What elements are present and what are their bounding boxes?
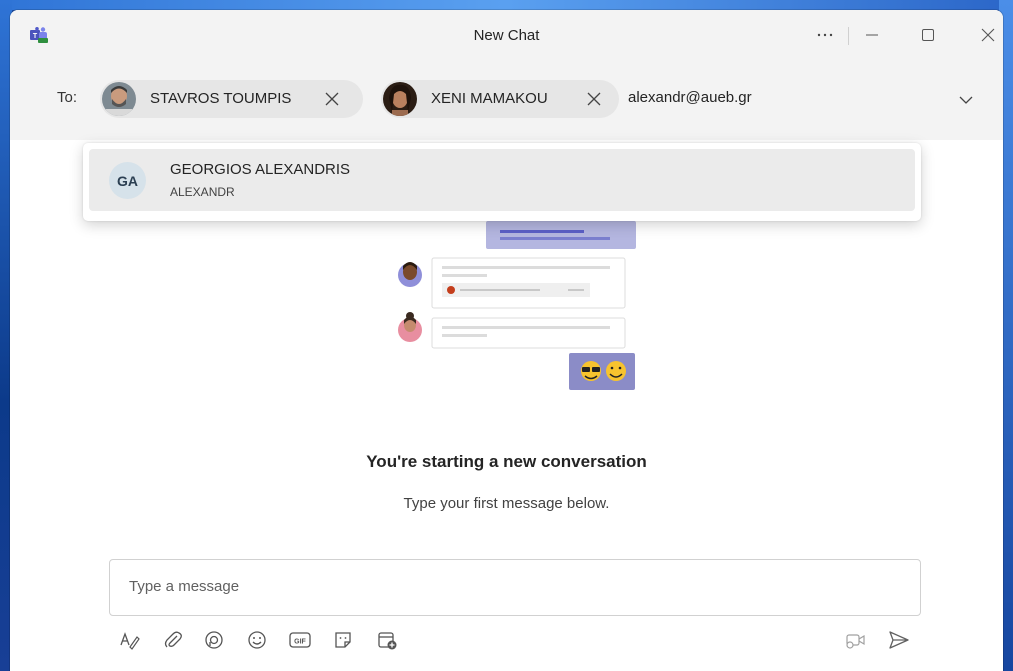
more-options-button[interactable] <box>805 20 845 50</box>
empty-state-subheading: Type your first message below. <box>403 495 610 512</box>
remove-icon[interactable] <box>322 89 342 109</box>
send-button[interactable] <box>886 627 912 653</box>
chevron-down-icon[interactable] <box>957 91 975 109</box>
sticker-button[interactable] <box>330 627 356 653</box>
close-icon <box>981 28 995 42</box>
format-icon <box>120 632 140 650</box>
minimize-button[interactable] <box>852 20 892 50</box>
video-clip-icon <box>846 634 865 649</box>
emoji-icon <box>248 631 266 649</box>
schedule-meeting-icon <box>378 632 397 650</box>
suggestion-name: GEORGIOS ALEXANDRIS <box>170 161 351 178</box>
recipient-chip[interactable]: XENI MAMAKOU <box>381 80 619 118</box>
to-label: To: <box>57 89 78 106</box>
message-input[interactable] <box>127 577 891 596</box>
avatar <box>102 82 136 116</box>
divider <box>848 27 849 45</box>
title-bar: T New Chat <box>10 10 1003 58</box>
svg-text:GIF: GIF <box>294 639 306 646</box>
maximize-icon <box>922 29 934 41</box>
maximize-button[interactable] <box>908 20 948 50</box>
recipient-name: STAVROS TOUMPIS <box>150 90 292 107</box>
to-bar: To: STAVROS TOUMPIS XENI MAMAKOU alexand… <box>10 58 1003 142</box>
video-clip-button[interactable] <box>843 627 869 653</box>
avatar: GA <box>109 162 146 199</box>
loop-button[interactable] <box>201 627 227 653</box>
emoji-button[interactable] <box>244 627 270 653</box>
suggestion-item[interactable]: GA GEORGIOS ALEXANDRIS ALEXANDR <box>89 149 915 211</box>
compose-box[interactable] <box>109 559 921 616</box>
suggestion-subtitle: ALEXANDR <box>170 185 235 199</box>
schedule-meeting-button[interactable] <box>374 627 400 653</box>
attach-button[interactable] <box>160 627 186 653</box>
minimize-icon <box>866 34 878 36</box>
more-icon <box>817 33 833 37</box>
teams-chat-window: T New Chat To: STAVROS TOUMPIS XENI MAMA… <box>10 10 1003 671</box>
loop-icon <box>205 631 223 649</box>
gif-icon: GIF <box>289 632 311 648</box>
close-button[interactable] <box>968 20 1003 50</box>
recipient-chip[interactable]: STAVROS TOUMPIS <box>100 80 363 118</box>
format-button[interactable] <box>117 627 143 653</box>
empty-state-heading: You're starting a new conversation <box>366 452 647 471</box>
remove-icon[interactable] <box>584 89 604 109</box>
send-icon <box>889 631 909 649</box>
people-suggestion-dropdown: GA GEORGIOS ALEXANDRIS ALEXANDR <box>83 143 921 221</box>
compose-toolbar: GIF <box>10 624 1003 658</box>
avatar <box>383 82 417 116</box>
recipient-name: XENI MAMAKOU <box>431 90 548 107</box>
attach-icon <box>164 631 182 648</box>
gif-button[interactable]: GIF <box>287 627 313 653</box>
new-chat-illustration <box>398 221 636 390</box>
recipient-search-input[interactable]: alexandr@aueb.gr <box>628 89 752 106</box>
sticker-icon <box>335 632 351 648</box>
